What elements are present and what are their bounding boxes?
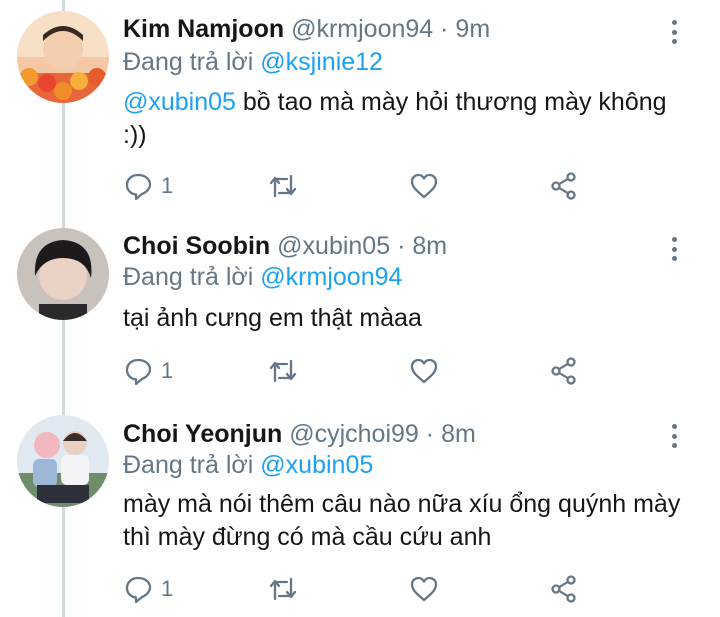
replying-mention-link[interactable]: @ksjinie12 (260, 48, 383, 76)
separator: · (425, 420, 435, 448)
retweet-icon (269, 359, 297, 383)
tweet-text: @xubin05 bồ tao mà mày hỏi thương mày kh… (123, 86, 683, 152)
reply-count: 1 (161, 576, 174, 601)
share-icon (551, 357, 576, 385)
avatar[interactable] (17, 11, 109, 103)
display-name[interactable]: Kim Namjoon (123, 15, 284, 43)
retweet-button[interactable] (268, 573, 298, 605)
reply-icon (125, 358, 152, 386)
separator: · (440, 15, 449, 43)
tweet-header: Choi Soobin @xubin05 · 8m (123, 231, 447, 261)
more-vertical-icon[interactable] (662, 18, 686, 46)
action-bar: 1 (123, 170, 593, 202)
user-handle[interactable]: @xubin05 (277, 232, 390, 260)
action-bar: 1 (123, 573, 593, 605)
reply-icon (125, 173, 152, 201)
replying-prefix: Đang trả lời (123, 451, 254, 479)
reply-button[interactable]: 1 (123, 573, 173, 605)
mention-link[interactable]: @xubin05 (123, 88, 236, 116)
like-button[interactable] (409, 573, 439, 605)
replying-to: Đang trả lời @ksjinie12 (123, 47, 383, 77)
share-button[interactable] (549, 573, 579, 605)
more-vertical-icon[interactable] (662, 422, 686, 450)
replying-to: Đang trả lời @krmjoon94 (123, 262, 402, 292)
like-button[interactable] (409, 170, 439, 202)
replying-mention-link[interactable]: @krmjoon94 (260, 263, 402, 291)
retweet-icon (269, 174, 297, 198)
tweet-text: tại ảnh cưng em thật màaa (123, 302, 683, 335)
share-icon (551, 172, 576, 200)
like-icon (410, 173, 438, 199)
more-vertical-icon[interactable] (662, 235, 686, 263)
display-name[interactable]: Choi Yeonjun (123, 420, 282, 448)
share-button[interactable] (549, 355, 579, 387)
tweet-text-content: tại ảnh cưng em thật màaa (123, 304, 422, 332)
tweet-header: Choi Yeonjun @cyjchoi99 · 8m (123, 419, 476, 449)
user-handle[interactable]: @krmjoon94 (291, 15, 433, 43)
replying-mention-link[interactable]: @xubin05 (260, 451, 373, 479)
like-button[interactable] (409, 355, 439, 387)
user-handle[interactable]: @cyjchoi99 (289, 420, 419, 448)
separator: · (397, 232, 406, 260)
avatar-image (17, 228, 109, 320)
reply-count: 1 (161, 358, 174, 383)
avatar[interactable] (17, 228, 109, 320)
tweet-text: mày mà nói thêm câu nào nữa xíu ổng quýn… (123, 488, 683, 554)
retweet-icon (269, 577, 297, 601)
reply-icon (125, 576, 152, 604)
tweet-text-content: mày mà nói thêm câu nào nữa xíu ổng quýn… (123, 490, 681, 551)
avatar[interactable] (17, 415, 109, 507)
tweet-header: Kim Namjoon @krmjoon94 · 9m (123, 14, 490, 44)
avatar-image (17, 11, 109, 103)
retweet-button[interactable] (268, 355, 298, 387)
replying-prefix: Đang trả lời (123, 263, 254, 291)
share-icon (551, 575, 576, 603)
reply-button[interactable]: 1 (123, 355, 173, 387)
timestamp[interactable]: 9m (455, 15, 490, 43)
reply-button[interactable]: 1 (123, 170, 173, 202)
avatar-image (17, 415, 109, 507)
replying-prefix: Đang trả lời (123, 48, 254, 76)
display-name[interactable]: Choi Soobin (123, 232, 270, 260)
replying-to: Đang trả lời @xubin05 (123, 450, 373, 480)
share-button[interactable] (549, 170, 579, 202)
like-icon (410, 576, 438, 602)
reply-count: 1 (161, 173, 174, 198)
timestamp[interactable]: 8m (441, 420, 476, 448)
retweet-button[interactable] (268, 170, 298, 202)
like-icon (410, 358, 438, 384)
timestamp[interactable]: 8m (412, 232, 447, 260)
action-bar: 1 (123, 355, 593, 387)
